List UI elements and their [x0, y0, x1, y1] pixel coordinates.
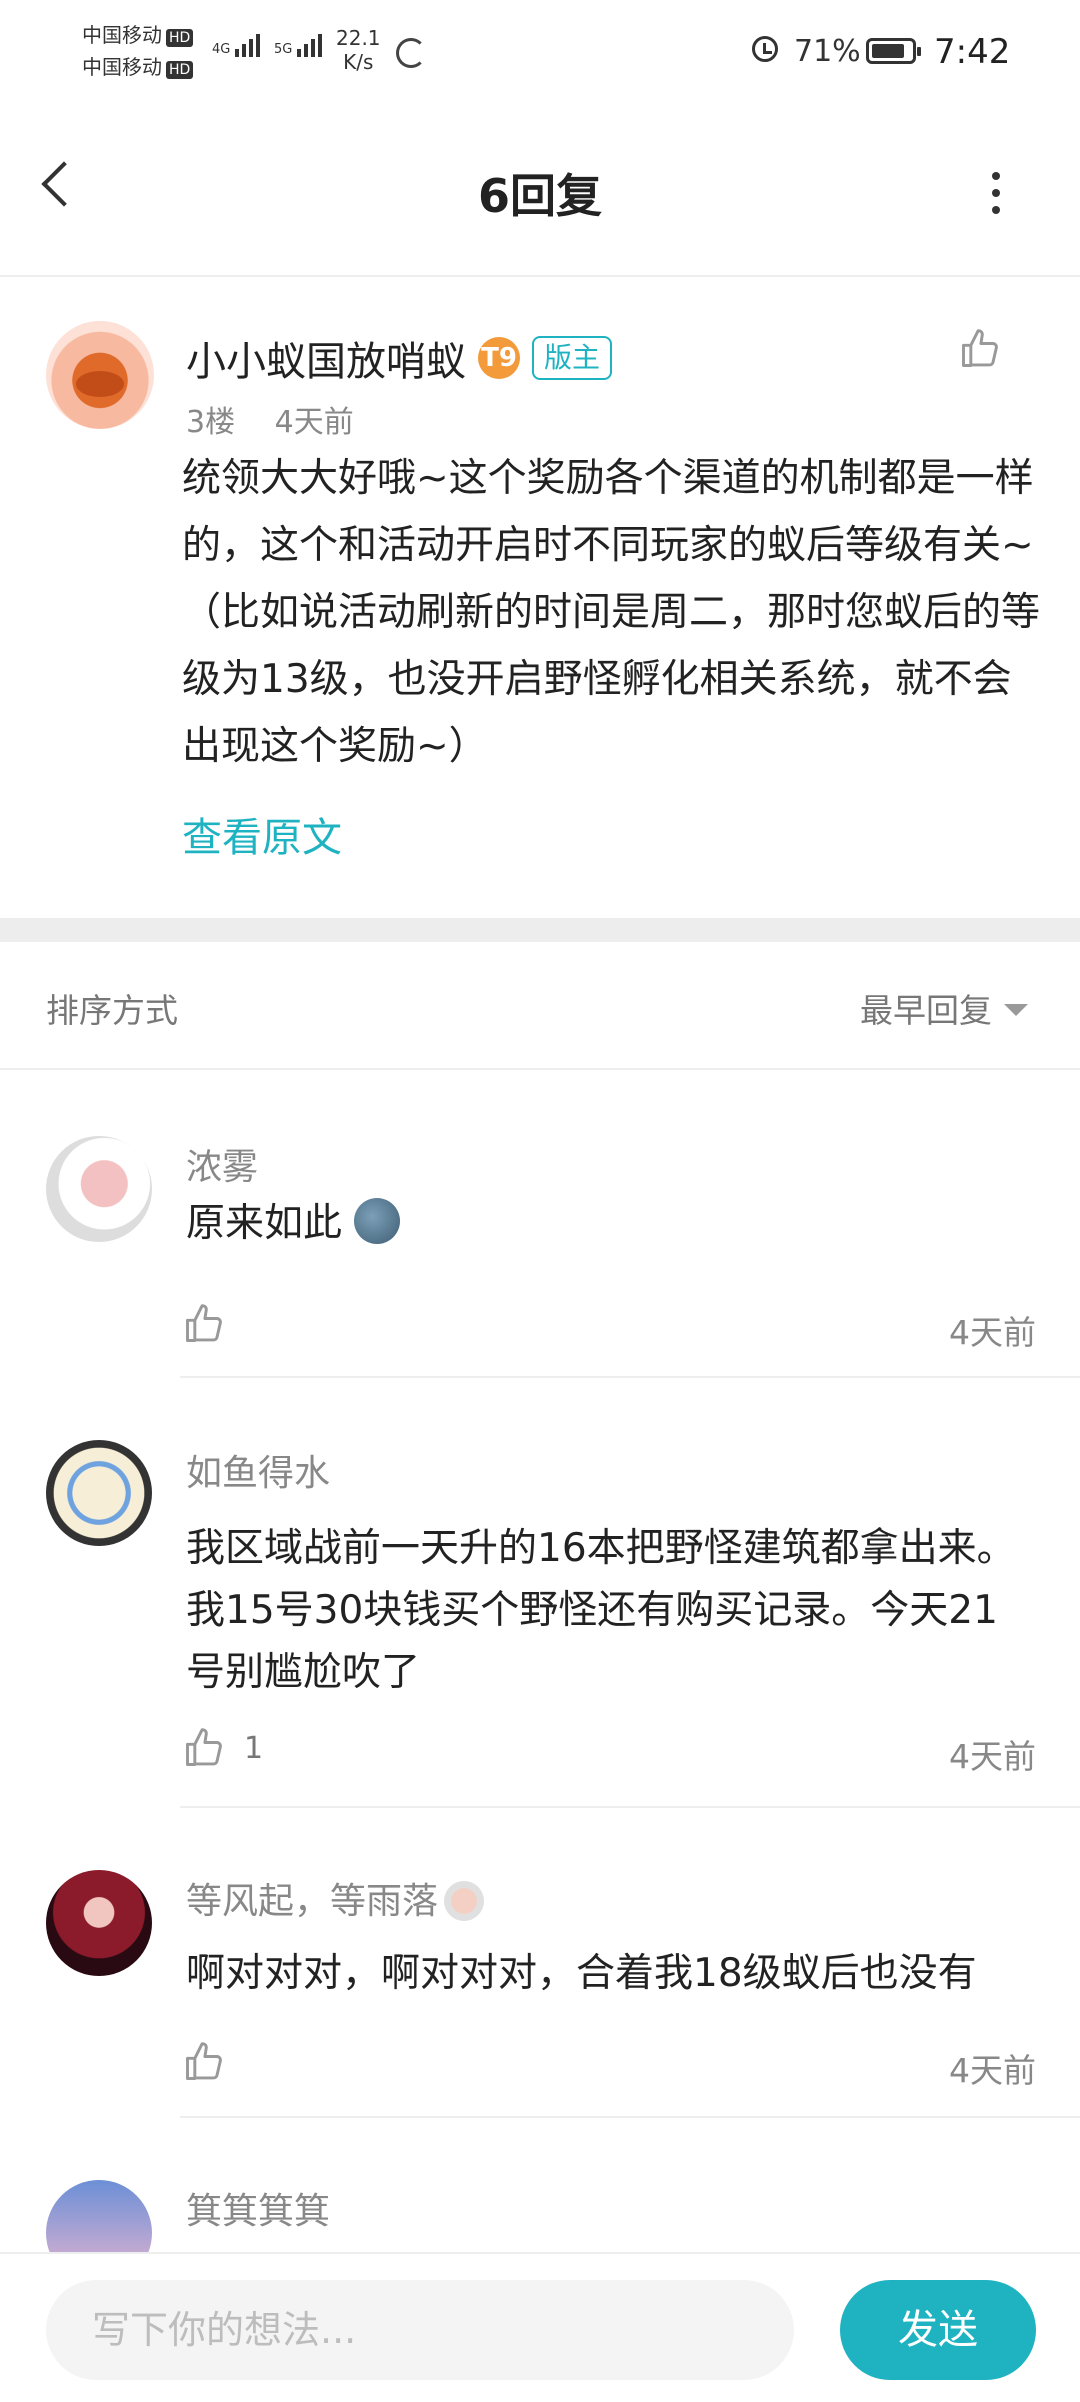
- like-button[interactable]: [182, 1302, 244, 1346]
- battery-percent: 71%: [794, 34, 861, 69]
- sync-icon: [396, 38, 426, 68]
- post-author: 小小蚁国放哨蚁 T9 版主: [186, 329, 613, 387]
- main-post: 小小蚁国放哨蚁 T9 版主 3楼 4天前 统领大大好哦~这个奖励各个渠道的机制都…: [0, 277, 1080, 917]
- header: 6回复: [0, 110, 1080, 277]
- avatar[interactable]: [46, 1870, 152, 1976]
- view-original-link[interactable]: 查看原文: [182, 805, 342, 863]
- avatar[interactable]: [46, 2180, 152, 2252]
- alarm-icon: [752, 36, 778, 62]
- reply-footer: 1 4天前: [182, 1726, 1036, 1776]
- send-button[interactable]: 发送: [840, 2280, 1036, 2380]
- reply-time: 4天前: [949, 2051, 1036, 2090]
- reply-text: 我区域战前一天升的16本把野怪建筑都拿出来。我15号30块钱买个野怪还有购买记录…: [186, 1526, 1016, 1695]
- level-badge: T9: [478, 337, 520, 379]
- reply-item: 箕箕箕箕: [0, 2118, 1080, 2252]
- reply-footer: 4天前: [182, 1302, 1036, 1352]
- like-button[interactable]: 1: [182, 1726, 263, 1770]
- carrier-2: 中国移动 HD: [82, 56, 194, 79]
- thumbs-up-icon: [186, 1304, 222, 1342]
- post-time: 4天前: [274, 405, 354, 440]
- reply-text: 啊对对对，啊对对对，合着我18级蚁后也没有: [186, 1951, 977, 1996]
- thumbs-up-icon: [186, 2042, 222, 2080]
- signal-icon: 5G: [274, 34, 323, 57]
- sort-bar: 排序方式 最早回复: [0, 942, 1080, 1070]
- reply-time: 4天前: [949, 1737, 1036, 1776]
- post-body: 统领大大好哦~这个奖励各个渠道的机制都是一样的，这个和活动开启时不同玩家的蚁后等…: [182, 456, 1041, 769]
- avatar[interactable]: [46, 321, 154, 429]
- status-bar: 中国移动 HD 中国移动 HD 4G 5G 22.1 K/s 71% 7:42: [0, 0, 1080, 110]
- moderator-badge: 版主: [532, 336, 613, 380]
- reply-item: 如鱼得水 我区域战前一天升的16本把野怪建筑都拿出来。我15号30块钱买个野怪还…: [0, 1378, 1080, 1808]
- sort-value: 最早回复: [860, 991, 992, 1030]
- floor-number: 3楼: [186, 405, 236, 440]
- thumbs-up-icon: [186, 1728, 222, 1766]
- comment-input[interactable]: [46, 2280, 794, 2380]
- reply-author[interactable]: 等风起，等雨落: [186, 1872, 485, 1924]
- reply-item: 等风起，等雨落 啊对对对，啊对对对，合着我18级蚁后也没有 4天前: [0, 1808, 1080, 2118]
- more-icon[interactable]: [992, 172, 1000, 223]
- avatar[interactable]: [46, 1440, 152, 1546]
- thumbs-up-icon[interactable]: [958, 327, 1002, 371]
- carrier-1: 中国移动 HD: [82, 24, 194, 47]
- caret-down-icon: [1004, 1004, 1028, 1016]
- avatar-badge-icon: [444, 1881, 485, 1921]
- clock: 7:42: [934, 32, 1011, 72]
- page-title: 6回复: [477, 169, 602, 223]
- reply-author[interactable]: 浓雾: [186, 1138, 258, 1190]
- battery-icon: [866, 38, 921, 64]
- sort-dropdown[interactable]: 最早回复: [860, 984, 1028, 1032]
- reply-text: 原来如此: [186, 1194, 1036, 1254]
- section-divider: [0, 918, 1080, 942]
- sort-label: 排序方式: [46, 991, 178, 1030]
- signal-icon: 4G: [212, 34, 261, 57]
- reply-author[interactable]: 如鱼得水: [186, 1444, 330, 1496]
- comment-composer: 发送: [0, 2252, 1080, 2402]
- reply-time: 4天前: [949, 1313, 1036, 1352]
- post-meta: 3楼 4天前: [186, 397, 384, 441]
- like-button[interactable]: [182, 2040, 244, 2084]
- moon-emoji-icon: [354, 1198, 401, 1244]
- reply-item: 浓雾 原来如此 4天前: [0, 1070, 1080, 1380]
- net-speed: 22.1 K/s: [336, 26, 381, 74]
- author-name[interactable]: 小小蚁国放哨蚁: [186, 329, 466, 387]
- reply-footer: 4天前: [182, 2040, 1036, 2090]
- like-count: 1: [244, 1730, 264, 1766]
- reply-author[interactable]: 箕箕箕箕: [186, 2182, 330, 2234]
- avatar[interactable]: [46, 1136, 152, 1242]
